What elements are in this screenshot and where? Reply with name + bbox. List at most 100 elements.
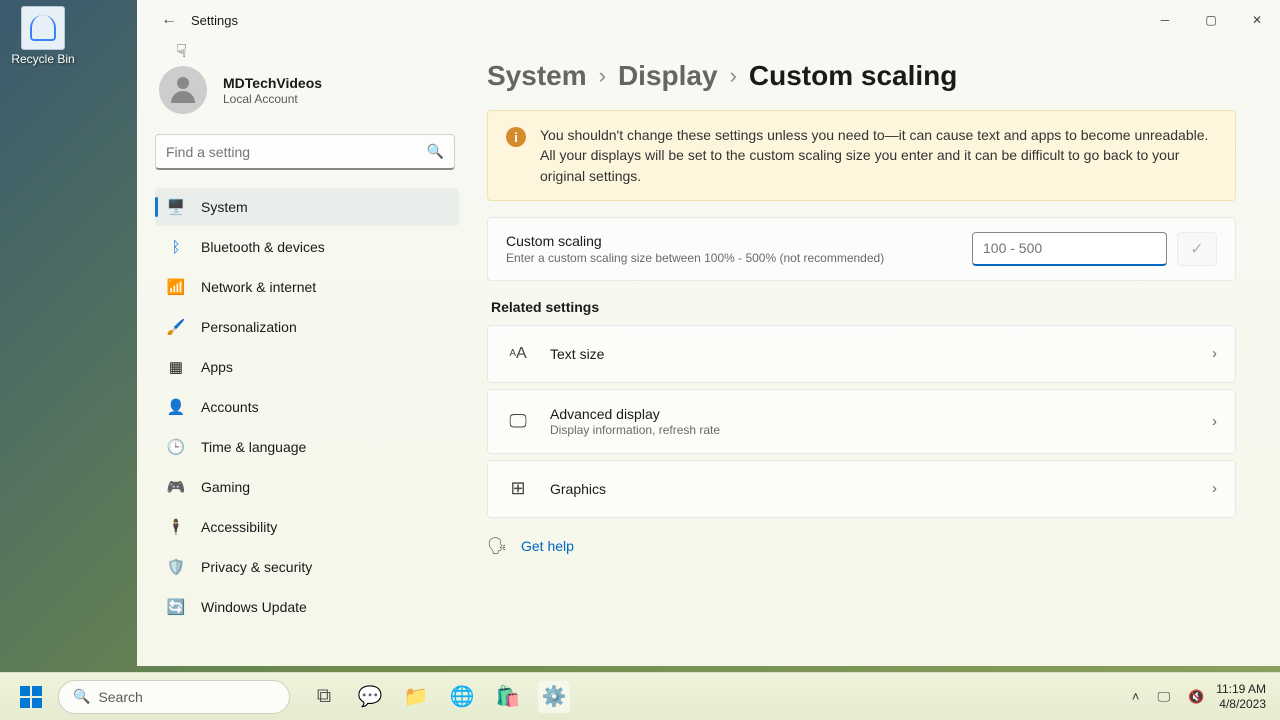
brush-icon: 🖌️: [167, 318, 185, 336]
volume-muted-icon[interactable]: 🔇: [1182, 685, 1210, 709]
main-content: System › Display › Custom scaling i You …: [467, 40, 1280, 666]
monitor-icon: 🖵: [506, 409, 530, 433]
clock[interactable]: 11:19 AM 4/8/2023: [1216, 682, 1270, 711]
link-title: Graphics: [550, 481, 1212, 497]
bluetooth-icon: ᛒ: [167, 238, 185, 256]
update-icon: 🔄: [167, 598, 185, 616]
task-view-button[interactable]: ⧉: [308, 681, 340, 713]
graphics-icon: ⊞: [506, 477, 530, 501]
sidebar-item-gaming[interactable]: 🎮 Gaming: [155, 468, 459, 506]
sidebar-item-update[interactable]: 🔄 Windows Update: [155, 588, 459, 626]
breadcrumb: System › Display › Custom scaling: [487, 60, 1236, 92]
search-icon: 🔍: [427, 143, 444, 160]
recycle-bin-icon: [21, 6, 65, 50]
start-button[interactable]: [10, 677, 52, 717]
shield-icon: 🛡️: [167, 558, 185, 576]
settings-window: ← Settings ─ ▢ ✕ MDTechVideos Local Acco…: [137, 0, 1280, 666]
sidebar-item-bluetooth[interactable]: ᛒ Bluetooth & devices: [155, 228, 459, 266]
sidebar-item-label: Privacy & security: [201, 559, 312, 575]
settings-search[interactable]: 🔍: [155, 134, 455, 170]
close-button[interactable]: ✕: [1234, 4, 1280, 36]
link-title: Text size: [550, 346, 1212, 362]
help-icon: 🗣: [487, 536, 507, 556]
recycle-bin-label: Recycle Bin: [8, 52, 78, 66]
clock-icon: 🕒: [167, 438, 185, 456]
apps-icon: ▦: [167, 358, 185, 376]
apply-scaling-button[interactable]: ✓: [1177, 232, 1217, 266]
sidebar-item-label: Network & internet: [201, 279, 316, 295]
advanced-display-card[interactable]: 🖵 Advanced display Display information, …: [487, 389, 1236, 454]
chat-button[interactable]: 💬: [354, 681, 386, 713]
minimize-button[interactable]: ─: [1142, 4, 1188, 36]
custom-scaling-card: Custom scaling Enter a custom scaling si…: [487, 217, 1236, 281]
breadcrumb-display[interactable]: Display: [618, 60, 718, 92]
sidebar-item-label: System: [201, 199, 248, 215]
settings-search-input[interactable]: [166, 144, 427, 160]
back-button[interactable]: ←: [155, 6, 183, 34]
settings-button[interactable]: ⚙️: [538, 681, 570, 713]
avatar-icon: [159, 66, 207, 114]
sidebar-item-label: Apps: [201, 359, 233, 375]
recycle-bin[interactable]: Recycle Bin: [8, 6, 78, 66]
link-sub: Display information, refresh rate: [550, 423, 1212, 437]
warning-text: You shouldn't change these settings unle…: [540, 125, 1217, 186]
sidebar-item-privacy[interactable]: 🛡️ Privacy & security: [155, 548, 459, 586]
breadcrumb-system[interactable]: System: [487, 60, 587, 92]
taskbar: 🔍 Search ⧉ 💬 📁 🌐 🛍️ ⚙️ ˄ 🖵 🔇 11:19 AM 4/…: [0, 672, 1280, 720]
date: 4/8/2023: [1216, 697, 1266, 711]
store-button[interactable]: 🛍️: [492, 681, 524, 713]
sidebar-item-label: Windows Update: [201, 599, 307, 615]
sidebar-item-label: Accounts: [201, 399, 259, 415]
system-icon: 🖥️: [167, 198, 185, 216]
chevron-right-icon: ›: [1212, 413, 1217, 430]
edge-button[interactable]: 🌐: [446, 681, 478, 713]
search-icon: 🔍: [73, 688, 90, 705]
titlebar: ← Settings ─ ▢ ✕: [137, 0, 1280, 40]
accounts-icon: 👤: [167, 398, 185, 416]
sidebar-item-label: Gaming: [201, 479, 250, 495]
taskbar-search-placeholder: Search: [98, 689, 142, 705]
sidebar-item-accounts[interactable]: 👤 Accounts: [155, 388, 459, 426]
sidebar-item-system[interactable]: 🖥️ System: [155, 188, 459, 226]
chevron-right-icon: ›: [1212, 345, 1217, 362]
warning-icon: i: [506, 127, 526, 147]
warning-card: i You shouldn't change these settings un…: [487, 110, 1236, 201]
link-title: Advanced display: [550, 406, 1212, 422]
related-heading: Related settings: [491, 299, 1236, 315]
taskbar-search[interactable]: 🔍 Search: [58, 680, 290, 714]
sidebar-item-accessibility[interactable]: 🕴️ Accessibility: [155, 508, 459, 546]
sidebar-item-label: Bluetooth & devices: [201, 239, 325, 255]
chevron-right-icon: ›: [1212, 480, 1217, 497]
graphics-card[interactable]: ⊞ Graphics ›: [487, 460, 1236, 518]
text-size-card[interactable]: AA Text size ›: [487, 325, 1236, 383]
maximize-button[interactable]: ▢: [1188, 4, 1234, 36]
text-size-icon: AA: [506, 342, 530, 366]
gamepad-icon: 🎮: [167, 478, 185, 496]
scaling-title: Custom scaling: [506, 233, 972, 249]
sidebar: MDTechVideos Local Account 🔍 🖥️ System ᛒ…: [137, 40, 467, 666]
chevron-up-icon[interactable]: ˄: [1126, 685, 1146, 708]
sidebar-item-label: Accessibility: [201, 519, 277, 535]
chevron-right-icon: ›: [599, 63, 606, 89]
user-name: MDTechVideos: [223, 75, 322, 91]
user-type: Local Account: [223, 92, 322, 106]
user-block[interactable]: MDTechVideos Local Account: [159, 66, 459, 114]
display-tray-icon[interactable]: 🖵: [1151, 685, 1176, 709]
window-controls: ─ ▢ ✕: [1142, 4, 1280, 36]
file-explorer-button[interactable]: 📁: [400, 681, 432, 713]
get-help-link[interactable]: Get help: [521, 538, 574, 554]
window-title: Settings: [191, 13, 238, 28]
sidebar-item-apps[interactable]: ▦ Apps: [155, 348, 459, 386]
sidebar-item-label: Personalization: [201, 319, 297, 335]
windows-logo-icon: [20, 686, 42, 708]
sidebar-item-personalization[interactable]: 🖌️ Personalization: [155, 308, 459, 346]
sidebar-item-network[interactable]: 📶 Network & internet: [155, 268, 459, 306]
accessibility-icon: 🕴️: [167, 518, 185, 536]
scaling-input[interactable]: [972, 232, 1167, 266]
breadcrumb-current: Custom scaling: [749, 60, 957, 92]
wifi-icon: 📶: [167, 278, 185, 296]
sidebar-item-time[interactable]: 🕒 Time & language: [155, 428, 459, 466]
help-row: 🗣 Get help: [487, 536, 1236, 556]
chevron-right-icon: ›: [730, 63, 737, 89]
scaling-sub: Enter a custom scaling size between 100%…: [506, 251, 972, 265]
